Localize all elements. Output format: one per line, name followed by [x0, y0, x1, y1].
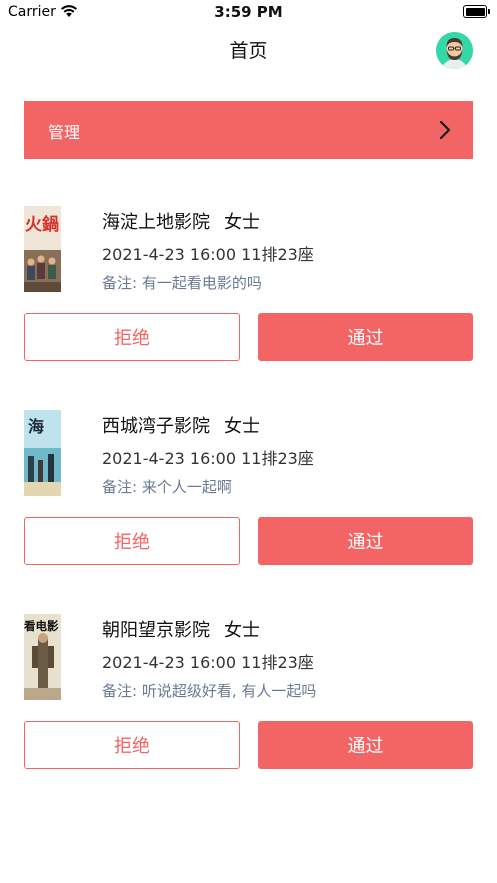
approve-button[interactable]: 通过 — [258, 721, 473, 769]
status-bar: Carrier 3:59 PM — [0, 0, 497, 26]
bearded-man-avatar-icon — [436, 32, 473, 69]
movie-poster[interactable]: 看电影 — [24, 614, 61, 700]
movie-poster[interactable]: 海 — [24, 410, 61, 496]
approve-button[interactable]: 通过 — [258, 517, 473, 565]
showtime-seat: 2021-4-23 16:00 11排23座 — [102, 653, 314, 672]
battery-icon — [463, 5, 490, 18]
gender-label: 女士 — [224, 212, 260, 233]
cinema-name: 海淀上地影院 女士 — [102, 212, 260, 233]
remark-text: 备注: 听说超级好看, 有人一起吗 — [102, 682, 317, 700]
chevron-right-icon — [439, 120, 451, 140]
page-title: 首页 — [229, 40, 268, 62]
reject-button[interactable]: 拒绝 — [24, 517, 240, 565]
cinema-name: 朝阳望京影院 女士 — [102, 620, 260, 641]
svg-text:海: 海 — [28, 417, 44, 436]
showtime-seat: 2021-4-23 16:00 11排23座 — [102, 245, 314, 264]
manage-label: 管理 — [48, 123, 81, 142]
request-card: 看电影 朝阳望京影院 女士 2021-4-23 16:00 11排23座 备注: … — [24, 614, 473, 774]
approve-button[interactable]: 通过 — [258, 313, 473, 361]
status-time: 3:59 PM — [214, 3, 283, 21]
showtime-seat: 2021-4-23 16:00 11排23座 — [102, 449, 314, 468]
svg-text:看电影: 看电影 — [24, 619, 59, 633]
remark-text: 备注: 来个人一起啊 — [102, 478, 232, 496]
avatar[interactable] — [436, 32, 473, 69]
reject-button[interactable]: 拒绝 — [24, 313, 240, 361]
remark-text: 备注: 有一起看电影的吗 — [102, 274, 262, 292]
reject-button[interactable]: 拒绝 — [24, 721, 240, 769]
svg-text:火鍋: 火鍋 — [25, 214, 59, 235]
manage-entry-button[interactable]: 管理 — [24, 101, 473, 159]
gender-label: 女士 — [224, 416, 260, 437]
cinema-name: 西城湾子影院 女士 — [102, 416, 260, 437]
request-card: 火鍋 海淀上地影院 女士 2021-4-23 16:00 11排23座 备注: 有… — [24, 206, 473, 366]
movie-poster[interactable]: 火鍋 — [24, 206, 61, 292]
gender-label: 女士 — [224, 620, 260, 641]
request-card: 海 西城湾子影院 女士 2021-4-23 16:00 11排23座 备注: 来个… — [24, 410, 473, 570]
